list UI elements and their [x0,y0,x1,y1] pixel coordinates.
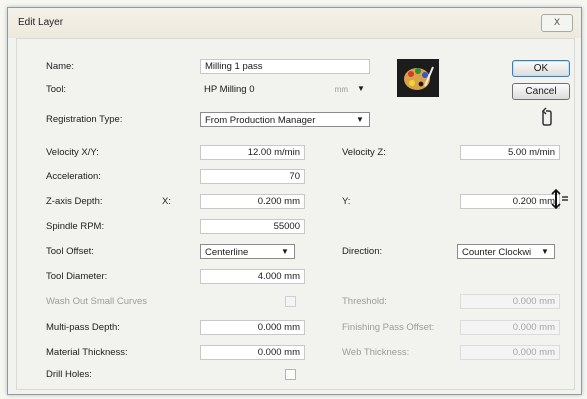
z-axis-depth-label: Z-axis Depth: [46,196,103,207]
threshold-input[interactable]: 0.000 mm [460,294,560,309]
z-axis-x-label: X: [162,196,171,207]
acceleration-label: Acceleration: [46,171,101,182]
title-bar[interactable]: Edit Layer X [8,8,581,38]
velocity-xy-input[interactable]: 12.00 m/min [200,145,305,160]
tool-diameter-input[interactable]: 4.000 mm [200,269,305,284]
velocity-z-input[interactable]: 5.00 m/min [460,145,560,160]
threshold-label: Threshold: [342,296,387,307]
dialog-content: Name: Milling 1 pass OK Cancel Tool: HP … [16,38,575,390]
velocity-xy-label: Velocity X/Y: [46,147,99,158]
spindle-rpm-label: Spindle RPM: [46,221,105,232]
tool-diameter-label: Tool Diameter: [46,271,108,282]
tool-offset-select[interactable]: Centerline ▼ [200,244,295,259]
material-thickness-input[interactable]: 0.000 mm [200,345,305,360]
finishing-pass-offset-label: Finishing Pass Offset: [342,322,435,333]
direction-select[interactable]: Counter Clockwi ▼ [457,244,555,259]
direction-value: Counter Clockwi [462,247,532,258]
registration-type-label: Registration Type: [46,114,123,125]
ok-button[interactable]: OK [512,60,570,77]
multipass-depth-label: Multi-pass Depth: [46,322,120,333]
drill-holes-label: Drill Holes: [46,369,92,380]
cancel-button[interactable]: Cancel [512,83,570,100]
acceleration-input[interactable]: 70 [200,169,305,184]
dialog-title: Edit Layer [18,17,64,28]
web-thickness-label: Web Thickness: [342,347,410,358]
tool-label: Tool: [46,84,67,95]
chevron-down-icon: ▼ [281,247,289,256]
registration-type-select[interactable]: From Production Manager ▼ [200,112,370,127]
direction-label: Direction: [342,246,383,257]
tool-select[interactable]: HP Milling 0 mm ▼ [200,82,370,97]
close-button[interactable]: X [541,14,573,32]
chevron-down-icon: ▼ [356,115,364,124]
chevron-down-icon: ▼ [541,247,549,256]
finishing-pass-offset-input[interactable]: 0.000 mm [460,320,560,335]
drill-holes-checkbox[interactable] [285,369,296,380]
registration-type-value: From Production Manager [205,115,316,126]
velocity-z-label: Velocity Z: [342,147,386,158]
tool-offset-label: Tool Offset: [46,246,94,257]
z-axis-x-input[interactable]: 0.200 mm [200,194,305,209]
edit-layer-dialog: Edit Layer X Name: Milling 1 pass OK Can… [7,7,582,395]
z-axis-y-label: Y: [342,196,351,207]
material-thickness-label: Material Thickness: [46,347,128,358]
multipass-depth-input[interactable]: 0.000 mm [200,320,305,335]
name-label: Name: [46,61,74,72]
tool-unit: mm [334,85,348,94]
close-icon: X [553,17,560,27]
name-input[interactable]: Milling 1 pass [200,59,370,74]
chevron-down-icon: ▼ [357,84,365,93]
rotate-arrow-icon[interactable] [537,107,557,127]
spindle-rpm-input[interactable]: 55000 [200,219,305,234]
wash-out-label: Wash Out Small Curves [46,296,148,307]
tool-value: HP Milling 0 [204,84,255,95]
wash-out-checkbox[interactable] [285,296,296,307]
palette-icon[interactable] [397,59,439,97]
cursor-icon [551,188,569,210]
web-thickness-input[interactable]: 0.000 mm [460,345,560,360]
z-axis-y-input[interactable]: 0.200 mm [460,194,560,209]
tool-offset-value: Centerline [205,247,249,258]
